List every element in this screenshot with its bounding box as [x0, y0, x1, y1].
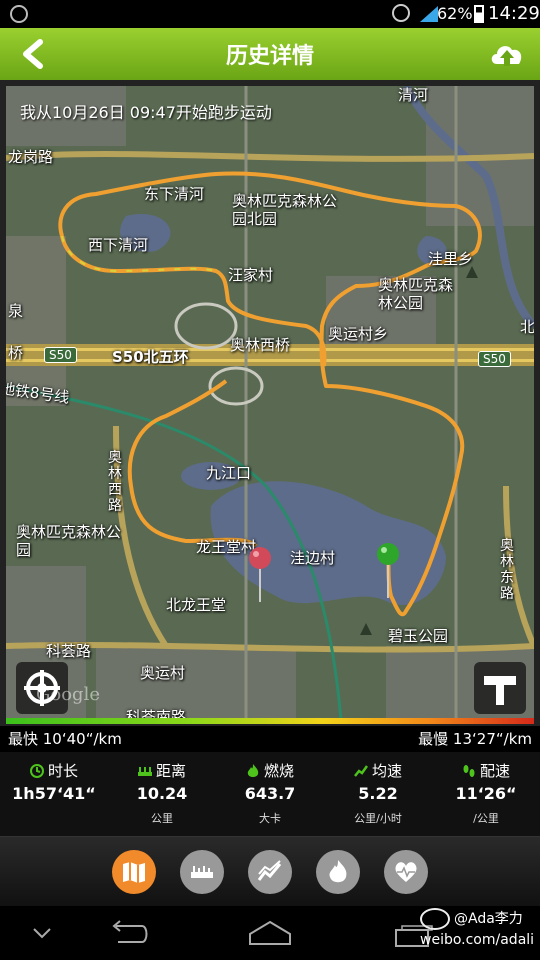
- stat-label: 均速: [371, 762, 402, 780]
- place-label: 北: [520, 318, 534, 336]
- stat-value: 1h57‘41“: [12, 784, 96, 803]
- place-label: 奥运村: [140, 664, 186, 682]
- detail-tab-bar: [0, 836, 540, 906]
- watermark-handle: @Ada李力: [454, 911, 523, 927]
- signpost-icon: [484, 676, 516, 705]
- place-label: 九江口: [206, 464, 252, 482]
- place-label: 奥林西桥: [230, 336, 291, 354]
- place-label: 碧玉公园: [388, 627, 449, 645]
- start-pin-icon[interactable]: [248, 546, 272, 604]
- place-label: 汪家村: [228, 266, 274, 284]
- stat-unit: 大卡: [259, 812, 281, 825]
- place-label: 泉: [8, 302, 24, 320]
- place-label: 洼边村: [290, 549, 336, 567]
- stat-label: 距离: [155, 762, 186, 780]
- status-bar: 62% 14:29: [0, 0, 540, 28]
- heart-rate-icon: [395, 862, 417, 882]
- place-label: 清河: [398, 86, 429, 104]
- map-base: [6, 86, 534, 720]
- clock-icon: [29, 764, 44, 778]
- map-icon: [123, 862, 145, 883]
- tab-map[interactable]: [112, 850, 156, 894]
- road-label: 科荟路: [46, 642, 92, 660]
- stat-value: 5.22: [358, 784, 398, 803]
- highway-shield: S50: [44, 347, 77, 363]
- stat-value: 643.7: [244, 784, 296, 803]
- slowest-pace: 最慢 13‘27“/km: [418, 730, 532, 748]
- fastest-pace: 最快 10‘40“/km: [8, 730, 122, 748]
- pace-gradient-bar: [6, 718, 534, 724]
- road-label: 奥林东路: [500, 538, 514, 602]
- stat-label: 燃烧: [263, 762, 294, 780]
- place-label: 北龙王堂: [166, 596, 227, 614]
- route-map[interactable]: 我从10月26日 09:47开始跑步运动 清河 龙岗路 东下清河 奥林匹克森林公…: [6, 86, 534, 720]
- run-start-banner: 我从10月26日 09:47开始跑步运动: [20, 103, 272, 122]
- highway-shield: S50: [478, 351, 511, 367]
- place-label: 桥: [8, 344, 24, 362]
- stat-unit: 公里/小时: [354, 812, 402, 825]
- speed-icon: [258, 860, 282, 881]
- stat-unit: /公里: [473, 812, 499, 825]
- back-nav-icon[interactable]: [106, 920, 148, 946]
- place-label: 奥林匹克森林公园: [378, 276, 454, 312]
- place-label: 龙王堂村: [196, 538, 257, 556]
- place-label: 东下清河: [144, 185, 205, 203]
- place-label: 奥林匹克森林公园: [16, 523, 122, 559]
- stat-unit: 公里: [151, 812, 173, 825]
- tab-calories[interactable]: [316, 850, 360, 894]
- stats-panel: 时长 1h57‘41“ 距离 10.24 公里 燃烧 643.7 大卡 均速 5…: [0, 752, 540, 836]
- stat-value: 11‘26“: [455, 784, 517, 803]
- end-pin-icon[interactable]: [376, 542, 400, 600]
- clock: 14:29: [488, 3, 540, 24]
- footprints-icon: [463, 765, 475, 777]
- place-label: 奥运村乡: [328, 325, 389, 343]
- place-label: 洼里乡: [428, 250, 474, 268]
- battery-percent: 62%: [437, 4, 473, 23]
- cloud-upload-icon[interactable]: [488, 38, 526, 70]
- map-layer-button[interactable]: [474, 662, 526, 714]
- google-logo: Google: [36, 684, 100, 705]
- alarm-icon: [392, 4, 410, 22]
- notification-icon: [10, 5, 28, 23]
- chevron-down-icon[interactable]: [32, 926, 52, 940]
- stat-avg-speed: 均速 5.22 公里/小时: [324, 752, 432, 836]
- stat-value: 10.24: [136, 784, 188, 803]
- page-title: 历史详情: [225, 44, 314, 69]
- tab-distance[interactable]: [180, 850, 224, 894]
- place-label: 龙岗路: [8, 148, 54, 166]
- place-label: 西下清河: [88, 236, 149, 254]
- pace-legend: 最快 10‘40“/km 最慢 13‘27“/km: [0, 726, 540, 752]
- stat-calories: 燃烧 643.7 大卡: [216, 752, 324, 836]
- flame-icon: [247, 764, 259, 777]
- stat-label: 配速: [479, 762, 510, 780]
- app-header: 历史详情: [0, 28, 540, 80]
- trend-up-icon: [354, 765, 368, 777]
- weibo-watermark: @Ada李力 weibo.com/adali: [420, 908, 534, 950]
- road-label: S50北五环: [112, 348, 189, 366]
- flame-icon: [329, 860, 347, 883]
- ruler-icon: [137, 767, 152, 776]
- road-label: 奥林西路: [108, 450, 122, 514]
- stat-duration: 时长 1h57‘41“: [0, 752, 108, 836]
- battery-icon: [474, 5, 484, 23]
- stat-label: 时长: [47, 762, 78, 780]
- tab-speed[interactable]: [248, 850, 292, 894]
- ruler-icon: [191, 866, 213, 878]
- home-nav-icon[interactable]: [248, 920, 292, 946]
- weibo-logo-icon: [420, 908, 450, 930]
- tab-heart-rate[interactable]: [384, 850, 428, 894]
- stat-pace: 配速 11‘26“ /公里: [432, 752, 540, 836]
- watermark-site: weibo.com/adali: [420, 932, 535, 948]
- place-label: 奥林匹克森林公园北园: [232, 192, 338, 228]
- stat-distance: 距离 10.24 公里: [108, 752, 216, 836]
